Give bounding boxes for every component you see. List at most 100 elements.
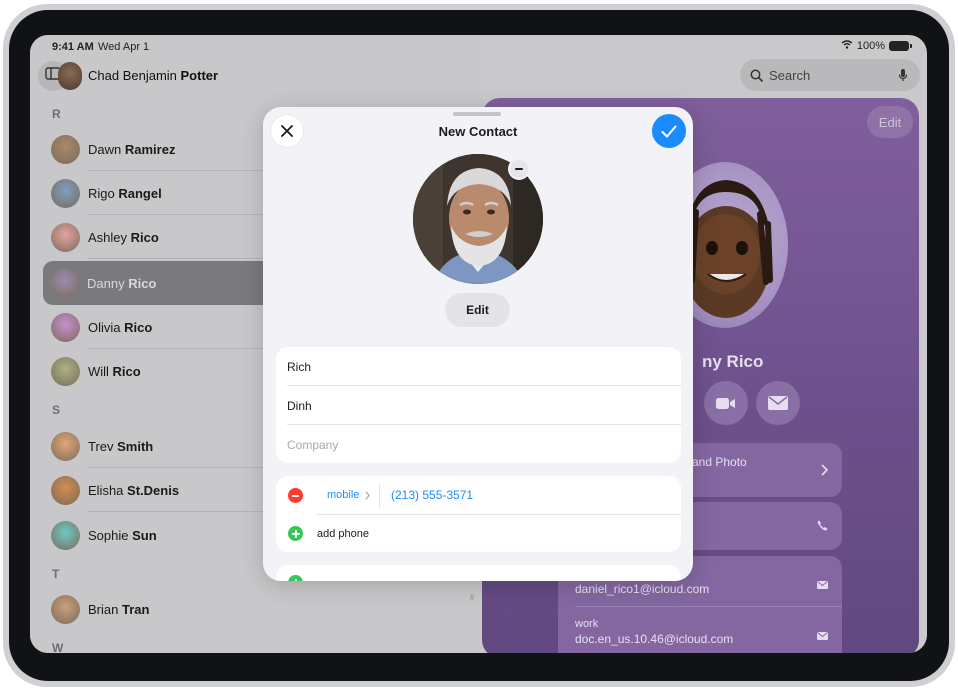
contact-avatar [51,356,80,386]
contact-name: Trev Smith [88,439,153,454]
company-field[interactable]: Company [287,425,681,463]
contact-avatar [51,178,80,208]
detail-edit-button[interactable]: Edit [867,106,913,138]
contact-name: Will Rico [88,364,141,379]
detail-email-separator [575,606,842,607]
edit-photo-button[interactable]: Edit [445,293,510,327]
envelope-icon [817,576,828,594]
minus-icon [292,494,299,497]
remove-phone-button[interactable] [288,488,303,503]
minus-icon [515,168,523,170]
detail-card-photo-label: and Photo [692,455,747,469]
my-card-avatar[interactable] [58,62,82,90]
detail-mail-button[interactable] [756,381,800,425]
contact-last-name: Rangel [118,185,162,201]
phone-fields-group: mobile (213) 555-3571 add phone [276,476,681,552]
contact-last-name: Smith [117,438,154,454]
status-time: 9:41 AM [52,41,94,53]
detail-contact-name: ny Rico [702,352,764,371]
add-phone-label[interactable]: add phone [317,528,369,540]
contact-name: Olivia Rico [88,320,152,335]
section-header-w: W [52,641,64,653]
contact-name: Brian Tran [88,602,149,617]
contact-name: Ashley Rico [88,230,159,245]
contact-avatar [51,431,80,461]
contact-row[interactable]: Brian Tran [44,587,474,631]
contact-first-name: Elisha [88,482,128,498]
chevron-right-icon [821,463,829,481]
new-contact-sheet: New Contact Edit Rich Dinh Company mobil… [263,107,693,581]
contact-first-name: Ashley [88,229,131,245]
phone-label-value: mobile [327,489,360,501]
contact-name: Sophie Sun [88,528,157,543]
video-camera-icon [716,397,736,410]
contact-last-name: Rico [128,275,157,291]
contact-first-name: Brian [88,601,122,617]
company-placeholder: Company [287,437,339,452]
contact-avatar [51,594,80,624]
divider [316,514,681,515]
contact-last-name: Sun [132,527,157,543]
add-email-button[interactable] [288,575,303,581]
contact-name: Dawn Ramirez [88,142,175,157]
detail-video-button[interactable] [704,381,748,425]
contact-first-name: Will [88,363,113,379]
contact-last-name: St.Denis [127,482,180,498]
contact-last-name: Ramirez [124,141,176,157]
section-header-t: T [52,567,60,581]
done-button[interactable] [652,114,686,148]
first-name-field[interactable]: Rich [287,347,681,386]
contact-first-name: Rigo [88,185,119,201]
contact-avatar [51,134,80,164]
contact-first-name: Sophie [88,527,133,543]
last-name-value: Dinh [287,398,312,413]
sheet-title: New Contact [438,124,518,139]
search-field[interactable]: Search [740,59,920,91]
envelope-icon [768,396,788,410]
contact-last-name: Rico [130,229,159,245]
my-card-name[interactable]: Chad Benjamin Potter [88,68,218,83]
contact-last-name: Tran [121,601,150,617]
wifi-icon [841,40,853,52]
detail-email-2-label: work [575,618,599,630]
status-bar: 9:41 AM Wed Apr 1 100% [30,35,927,57]
contact-avatar [51,222,80,252]
contact-avatar [51,520,80,550]
phone-number-field[interactable]: (213) 555-3571 [391,488,473,502]
email-fields-group [276,565,681,581]
name-fields-group: Rich Dinh Company [276,347,681,463]
battery-percent: 100% [856,40,885,52]
screen: Chad Benjamin Potter R Dawn Ramirez Rigo R… [30,35,927,653]
contact-first-name: Olivia [88,319,125,335]
remove-photo-button[interactable] [508,158,530,180]
microphone-icon[interactable] [898,68,908,82]
section-header-s: S [52,403,61,417]
phone-row: mobile (213) 555-3571 [276,476,681,515]
battery-icon [889,41,912,51]
last-name-field[interactable]: Dinh [287,386,681,425]
plus-icon [291,529,300,538]
contact-first-name: Dawn [88,141,125,157]
contact-last-name: Rico [112,363,141,379]
search-placeholder: Search [769,67,811,83]
divider [379,484,380,508]
contact-first-name: Trev [88,438,118,454]
contact-name: Elisha St.Denis [88,483,179,498]
phone-label-picker[interactable]: mobile [327,489,371,501]
contact-name: Danny Rico [87,276,156,291]
search-icon [750,69,763,82]
section-header-r: R [52,107,61,121]
status-indicators: 100% [841,40,912,52]
detail-email-1[interactable]: daniel_rico1@icloud.com [575,582,709,596]
section-index-marker[interactable]: # [470,593,474,602]
detail-email-2[interactable]: doc.en_us.10.46@icloud.com [575,632,733,646]
contact-avatar [51,475,80,505]
chevron-right-icon [365,490,371,500]
sheet-grabber[interactable] [453,112,501,116]
phone-icon [817,518,828,536]
add-phone-button[interactable] [288,526,303,541]
first-name-value: Rich [287,359,312,374]
contact-last-name: Rico [124,319,153,335]
contact-avatar [50,268,79,298]
status-date: Wed Apr 1 [98,41,150,53]
